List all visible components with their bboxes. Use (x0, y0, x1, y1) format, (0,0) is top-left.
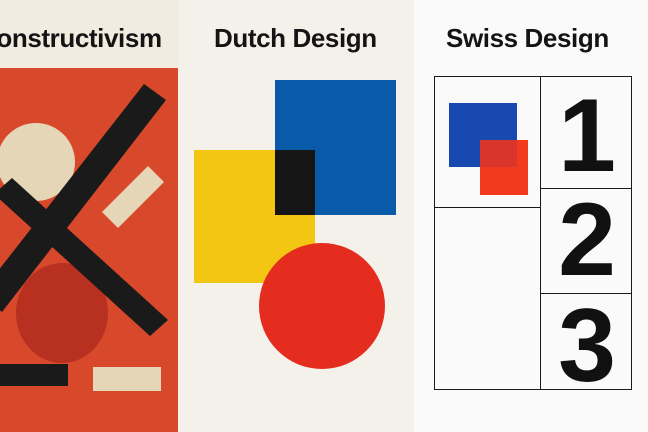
red-circle (259, 243, 385, 369)
swiss-design-panel: Swiss Design 1 2 3 (414, 0, 648, 432)
grid-number-1: 1 (558, 78, 616, 194)
swiss-overlap-square (480, 140, 517, 167)
grid-number-3: 3 (558, 288, 616, 404)
grid-number-2: 2 (558, 182, 616, 298)
constructivism-title: Constructivism (0, 23, 162, 53)
constructivism-panel: Constructivism (0, 0, 178, 432)
cream-bar-horizontal (93, 367, 161, 391)
cream-bar-diagonal (102, 166, 164, 228)
black-overlap-square (275, 150, 315, 215)
constructivism-poster (0, 68, 178, 432)
black-bar-horizontal (0, 364, 68, 386)
dutch-design-composition (194, 80, 396, 369)
dutch-design-panel: Dutch Design (178, 0, 414, 432)
constructivism-composition (0, 84, 168, 391)
